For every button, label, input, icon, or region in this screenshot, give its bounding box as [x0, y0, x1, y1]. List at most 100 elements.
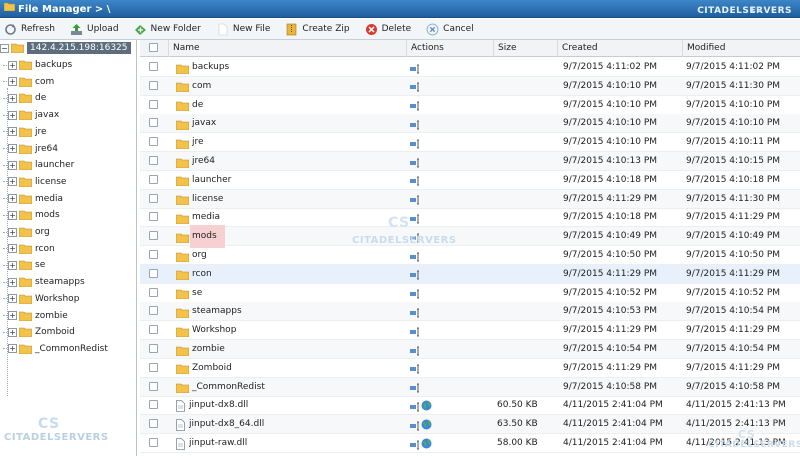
rename-icon[interactable] [410, 175, 420, 186]
table-row[interactable]: license 9/7/2015 4:11:29 PM 9/7/2015 4:11:… [140, 189, 800, 209]
row-checkbox[interactable] [149, 306, 158, 316]
globe-icon[interactable] [421, 419, 432, 430]
tree-item[interactable]: + media [0, 191, 136, 207]
rename-icon[interactable] [410, 326, 420, 337]
table-row[interactable]: steamapps 9/7/2015 4:10:53 PM 9/7/2015 4:1… [140, 302, 800, 322]
tree-item[interactable]: + launcher [0, 157, 136, 173]
select-all-checkbox[interactable] [149, 43, 158, 52]
table-row[interactable]: jinput-dx8.dll 60.50 KB 4/11/2015 2:41:04 … [140, 396, 800, 416]
row-checkbox[interactable] [149, 99, 158, 109]
rename-icon[interactable] [410, 63, 420, 73]
row-name[interactable]: jre [192, 133, 204, 152]
row-name[interactable]: jinput-dx8_64.dll [189, 415, 264, 434]
rename-icon[interactable] [410, 345, 420, 355]
rename-icon[interactable] [410, 119, 420, 130]
tree-item[interactable]: + de [0, 90, 136, 106]
expand-icon[interactable]: + [8, 311, 17, 320]
row-checkbox[interactable] [149, 250, 158, 259]
row-name[interactable]: se [192, 284, 202, 303]
expand-icon[interactable]: + [8, 60, 17, 70]
row-name[interactable]: jinput-raw.dll [189, 434, 247, 453]
row-checkbox[interactable] [149, 231, 158, 241]
expand-icon[interactable]: + [8, 210, 17, 220]
expand-icon[interactable]: + [8, 93, 17, 103]
row-name[interactable]: Workshop [192, 321, 236, 340]
rename-icon[interactable] [410, 81, 420, 92]
row-checkbox[interactable] [149, 362, 158, 372]
row-name[interactable]: _CommonRedist [192, 378, 265, 397]
table-row[interactable]: se 9/7/2015 4:10:52 PM 9/7/2015 4:10:52 PM [140, 284, 800, 303]
expand-icon[interactable]: + [8, 227, 17, 237]
expand-icon[interactable]: + [8, 144, 17, 153]
column-modified[interactable]: Modified [683, 40, 800, 57]
new-folder-button[interactable]: New Folder [134, 23, 201, 36]
row-checkbox[interactable] [149, 193, 158, 203]
row-name[interactable]: de [192, 96, 203, 115]
row-name[interactable]: zombie [192, 340, 225, 359]
expand-icon[interactable]: + [8, 277, 17, 287]
tree-item[interactable]: + backups [0, 57, 136, 73]
row-checkbox[interactable] [149, 80, 158, 90]
tree-item[interactable]: + zombie [0, 308, 136, 324]
expand-icon[interactable]: + [8, 327, 17, 337]
row-checkbox[interactable] [149, 156, 158, 165]
rename-icon[interactable] [410, 420, 420, 431]
rename-icon[interactable] [410, 401, 420, 412]
tree-item[interactable]: + jre64 [0, 141, 136, 157]
table-row[interactable]: media 9/7/2015 4:10:18 PM 9/7/2015 4:11:29… [140, 208, 800, 228]
tree-item[interactable]: + javax [0, 107, 136, 123]
rename-icon[interactable] [410, 269, 420, 280]
column-created[interactable]: Created [558, 40, 683, 57]
expand-icon[interactable]: + [8, 194, 17, 204]
table-row[interactable]: Workshop 9/7/2015 4:11:29 PM 9/7/2015 4:11… [140, 321, 800, 341]
row-name[interactable]: mods [190, 225, 225, 249]
table-row[interactable]: com 9/7/2015 4:10:10 PM 9/7/2015 4:11:30 P… [140, 76, 800, 96]
row-checkbox[interactable] [149, 287, 158, 297]
refresh-button[interactable]: Refresh [4, 23, 55, 36]
rename-icon[interactable] [410, 382, 420, 393]
row-name[interactable]: javax [192, 114, 216, 133]
table-row[interactable]: jinput-raw.dll 58.00 KB 4/11/2015 2:41:04 … [140, 434, 800, 453]
tree-item[interactable]: + Workshop [0, 291, 136, 307]
create-zip-button[interactable]: Create Zip [285, 23, 350, 36]
table-row[interactable]: backups 9/7/2015 4:11:02 PM 9/7/2015 4:11:… [140, 58, 800, 77]
tree-root[interactable]: − 142.4.215.198:16325 [0, 40, 136, 56]
expand-icon[interactable]: + [8, 344, 17, 354]
row-name[interactable]: com [192, 77, 211, 96]
tree-item[interactable]: + se [0, 257, 136, 273]
rename-icon[interactable] [410, 157, 420, 167]
row-checkbox[interactable] [149, 438, 158, 447]
table-row[interactable]: jre 9/7/2015 4:10:10 PM 9/7/2015 4:10:11 P… [140, 133, 800, 153]
rename-icon[interactable] [410, 100, 420, 111]
rename-icon[interactable] [410, 138, 420, 149]
expand-icon[interactable]: + [8, 77, 17, 87]
row-checkbox[interactable] [149, 118, 158, 128]
rename-icon[interactable] [410, 251, 420, 261]
collapse-icon[interactable]: − [0, 43, 9, 53]
delete-button[interactable]: Delete [365, 23, 411, 36]
row-checkbox[interactable] [149, 62, 158, 71]
globe-icon[interactable] [421, 438, 432, 449]
expand-icon[interactable]: + [8, 260, 17, 270]
upload-button[interactable]: Upload [70, 23, 119, 36]
cancel-button[interactable]: Cancel [426, 23, 474, 36]
expand-icon[interactable]: + [8, 160, 17, 170]
table-row[interactable]: mods 9/7/2015 4:10:49 PM 9/7/2015 4:10:49 … [140, 225, 800, 249]
expand-icon[interactable]: + [8, 244, 17, 254]
row-name[interactable]: Zomboid [192, 359, 232, 378]
table-row[interactable]: de 9/7/2015 4:10:10 PM 9/7/2015 4:10:10 PM [140, 96, 800, 115]
table-row[interactable]: jinput-dx8_64.dll 63.50 KB 4/11/2015 2:41:… [140, 415, 800, 435]
expand-icon[interactable]: + [8, 127, 17, 137]
rename-icon[interactable] [410, 439, 420, 449]
row-checkbox[interactable] [149, 419, 158, 429]
globe-icon[interactable] [421, 400, 432, 411]
new-file-button[interactable]: New File [216, 23, 270, 36]
tree-item[interactable]: + _CommonRedist [0, 341, 136, 357]
row-name[interactable]: org [192, 246, 207, 265]
column-name[interactable]: Name [169, 40, 407, 57]
expand-icon[interactable]: + [8, 177, 17, 187]
row-name[interactable]: steamapps [192, 302, 242, 321]
row-checkbox[interactable] [149, 344, 158, 353]
table-row[interactable]: Zomboid 9/7/2015 4:11:29 PM 9/7/2015 4:11:… [140, 359, 800, 378]
tree-item[interactable]: + license [0, 174, 136, 190]
